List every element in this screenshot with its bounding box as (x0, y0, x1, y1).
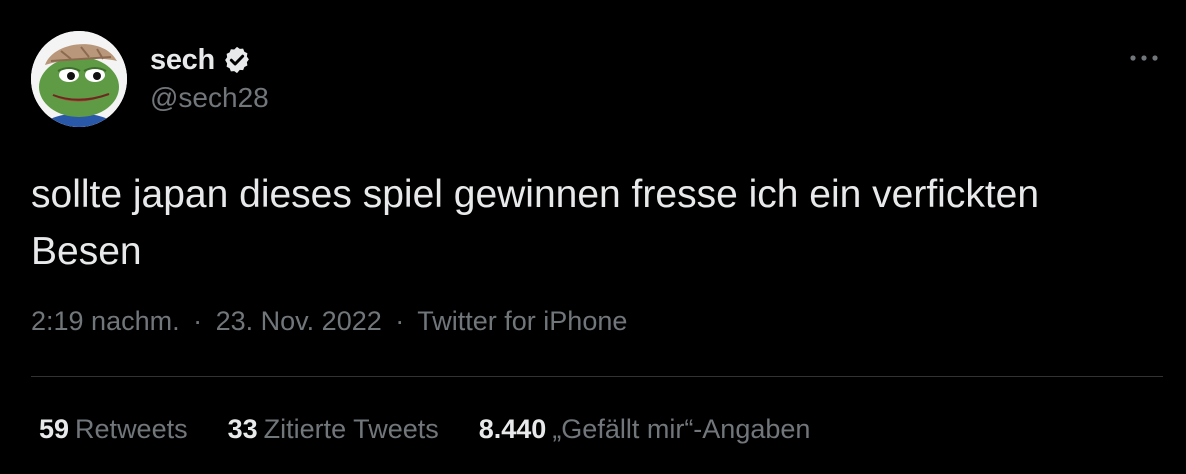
frog-avatar-icon (31, 31, 127, 127)
author-avatar[interactable] (31, 31, 127, 127)
likes-stat[interactable]: 8.440 „Gefällt mir“-Angaben (479, 414, 811, 445)
retweets-count: 59 (39, 414, 70, 444)
ellipsis-icon (1130, 55, 1158, 61)
more-options-button[interactable] (1126, 44, 1162, 72)
likes-label: „Gefällt mir“-Angaben (552, 414, 811, 444)
tweet-text: sollte japan dieses spiel gewinnen fress… (31, 173, 1040, 273)
meta-separator: · (193, 306, 203, 336)
quote-tweets-count: 33 (227, 414, 258, 444)
tweet-meta: 2:19 nachm. · 23. Nov. 2022 · Twitter fo… (31, 306, 627, 337)
likes-count: 8.440 (478, 414, 547, 444)
meta-separator: · (395, 306, 405, 336)
divider (31, 376, 1163, 377)
retweets-stat[interactable]: 59 Retweets (39, 414, 188, 445)
tweet-date[interactable]: 23. Nov. 2022 (216, 306, 382, 336)
retweets-label: Retweets (75, 414, 188, 444)
quote-tweets-label: Zitierte Tweets (263, 414, 439, 444)
author-name-row: sech (150, 40, 252, 80)
quote-tweets-stat[interactable]: 33 Zitierte Tweets (228, 414, 439, 445)
author-display-name[interactable]: sech (150, 44, 215, 77)
tweet-source[interactable]: Twitter for iPhone (417, 306, 627, 336)
engagement-stats: 59 Retweets 33 Zitierte Tweets 8.440 „Gefäl… (39, 414, 810, 445)
verified-badge-icon[interactable] (222, 45, 252, 75)
author-handle[interactable]: @sech28 (150, 82, 269, 114)
tweet-time[interactable]: 2:19 nachm. (31, 306, 180, 336)
